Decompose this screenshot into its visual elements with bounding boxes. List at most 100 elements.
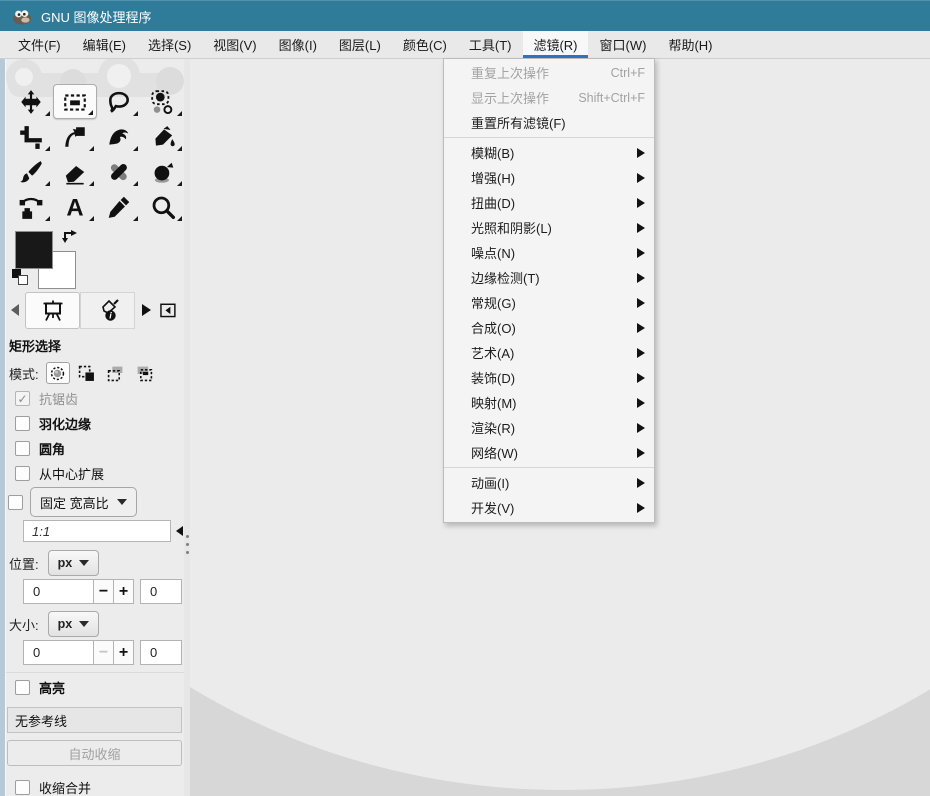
rounded-corners-checkbox[interactable] <box>15 441 30 456</box>
filters-menu-item[interactable]: 开发(V) <box>444 495 654 520</box>
position-x-input[interactable]: 0 <box>23 579 94 604</box>
menu-item-label: 开发(V) <box>471 498 637 517</box>
filters-menu-item[interactable]: 艺术(A) <box>444 340 654 365</box>
filters-menu-item: 显示上次操作Shift+Ctrl+F <box>444 85 654 110</box>
tab-device-status[interactable]: i <box>80 292 135 329</box>
foreground-color-swatch[interactable] <box>15 231 53 269</box>
smudge-tool-button[interactable] <box>141 154 184 189</box>
size-unit-dropdown[interactable]: px <box>48 611 100 637</box>
filters-menu-item[interactable]: 渲染(R) <box>444 415 654 440</box>
filters-menu-item[interactable]: 扭曲(D) <box>444 190 654 215</box>
splitter-grip-icon[interactable] <box>186 535 189 559</box>
filters-menu: 重复上次操作Ctrl+F显示上次操作Shift+Ctrl+F重置所有滤镜(F)模… <box>443 58 655 523</box>
submenu-arrow-icon <box>637 423 645 433</box>
position-y-input[interactable]: 0 <box>140 579 182 604</box>
filters-menu-item[interactable]: 常规(G) <box>444 290 654 315</box>
filters-menu-item[interactable]: 光照和阴影(L) <box>444 215 654 240</box>
shrink-merged-checkbox[interactable] <box>15 780 30 795</box>
dock-collapse-icon[interactable] <box>158 301 177 319</box>
swap-colors-icon[interactable] <box>61 229 78 249</box>
tool-grid: A <box>9 84 184 224</box>
position-unit-dropdown[interactable]: px <box>48 550 100 576</box>
zoom-tool-button[interactable] <box>141 189 184 224</box>
menubar-item[interactable]: 图层(L) <box>329 31 391 58</box>
filters-menu-item[interactable]: 重置所有滤镜(F) <box>444 110 654 135</box>
title-bar[interactable]: GNU 图像处理程序 <box>0 0 930 31</box>
antialias-row: ✓ 抗锯齿 <box>15 386 184 411</box>
filters-menu-item[interactable]: 网络(W) <box>444 440 654 465</box>
rectangle-select-tool-icon <box>62 89 88 115</box>
text-tool-button[interactable]: A <box>53 189 97 224</box>
plus-icon[interactable]: + <box>114 579 134 604</box>
menubar-item[interactable]: 编辑(E) <box>73 31 136 58</box>
highlight-checkbox[interactable] <box>15 680 30 695</box>
paintbrush-tool-button[interactable] <box>9 154 53 189</box>
menubar-item[interactable]: 工具(T) <box>459 31 522 58</box>
filters-menu-item[interactable]: 合成(O) <box>444 315 654 340</box>
tab-scroll-left-icon[interactable] <box>11 304 19 316</box>
menubar-item[interactable]: 文件(F) <box>8 31 71 58</box>
size-width-input[interactable]: 0 <box>23 640 94 665</box>
filters-menu-item[interactable]: 边缘检测(T) <box>444 265 654 290</box>
aspect-ratio-input[interactable]: 1:1 <box>23 520 171 542</box>
menu-item-label: 常规(G) <box>471 293 637 312</box>
feather-checkbox[interactable] <box>15 416 30 431</box>
filters-menu-item[interactable]: 映射(M) <box>444 390 654 415</box>
filters-menu-item[interactable]: 增强(H) <box>444 165 654 190</box>
filters-menu-item[interactable]: 噪点(N) <box>444 240 654 265</box>
menubar-item[interactable]: 帮助(H) <box>658 31 722 58</box>
move-tool-button[interactable] <box>9 84 53 119</box>
auto-shrink-button[interactable]: 自动收缩 <box>7 740 182 766</box>
submenu-arrow-icon <box>637 503 645 513</box>
default-colors-icon[interactable] <box>12 269 30 287</box>
overflow-left-icon[interactable] <box>176 526 183 536</box>
free-select-tool-button[interactable] <box>97 84 141 119</box>
menubar-item[interactable]: 图像(I) <box>269 31 327 58</box>
menu-item-label: 网络(W) <box>471 443 637 462</box>
tab-tool-options[interactable] <box>25 292 80 329</box>
menubar-item[interactable]: 窗口(W) <box>590 31 657 58</box>
fixed-aspect-dropdown[interactable]: 固定 宽高比 <box>30 487 137 517</box>
submenu-arrow-icon <box>637 223 645 233</box>
menubar-item[interactable]: 选择(S) <box>138 31 201 58</box>
expand-from-center-checkbox[interactable] <box>15 466 30 481</box>
minus-icon[interactable]: − <box>94 640 114 665</box>
antialias-checkbox[interactable]: ✓ <box>15 391 30 406</box>
feather-row: 羽化边缘 <box>15 411 184 436</box>
mode-intersect-button[interactable] <box>133 362 157 384</box>
eraser-tool-button[interactable] <box>53 154 97 189</box>
plus-icon[interactable]: + <box>114 640 134 665</box>
color-area <box>15 231 184 289</box>
color-picker-tool-button[interactable] <box>97 189 141 224</box>
paths-tool-button[interactable] <box>9 189 53 224</box>
check-icon: ✓ <box>17 393 27 405</box>
mode-replace-button[interactable] <box>46 362 70 384</box>
menubar-item[interactable]: 滤镜(R) <box>523 31 587 58</box>
filters-menu-item[interactable]: 模糊(B) <box>444 140 654 165</box>
tab-scroll-right-icon[interactable] <box>142 304 151 316</box>
ratio-row: 1:1 <box>23 518 184 544</box>
menubar-item[interactable]: 颜色(C) <box>393 31 457 58</box>
transform-tool-button[interactable] <box>53 119 97 154</box>
submenu-arrow-icon <box>637 248 645 258</box>
mode-add-button[interactable] <box>75 362 99 384</box>
minus-icon[interactable]: − <box>94 579 114 604</box>
size-height-input[interactable]: 0 <box>140 640 182 665</box>
crop-tool-button[interactable] <box>9 119 53 154</box>
heal-tool-button[interactable] <box>97 154 141 189</box>
rectangle-select-tool-button[interactable] <box>53 84 97 119</box>
filters-menu-item[interactable]: 动画(I) <box>444 470 654 495</box>
mode-subtract-button[interactable] <box>104 362 128 384</box>
bucket-fill-tool-button[interactable] <box>141 119 184 154</box>
filters-menu-item[interactable]: 装饰(D) <box>444 365 654 390</box>
menu-item-label: 边缘检测(T) <box>471 268 637 287</box>
warp-tool-icon <box>106 124 132 150</box>
submenu-arrow-icon <box>637 398 645 408</box>
fixed-checkbox[interactable] <box>8 495 23 510</box>
warp-tool-button[interactable] <box>97 119 141 154</box>
guides-dropdown[interactable]: 无参考线 <box>7 707 182 733</box>
menubar-item[interactable]: 视图(V) <box>203 31 266 58</box>
paths-tool-icon <box>18 194 44 220</box>
fuzzy-select-tool-button[interactable] <box>141 84 184 119</box>
menu-item-label: 增强(H) <box>471 168 637 187</box>
